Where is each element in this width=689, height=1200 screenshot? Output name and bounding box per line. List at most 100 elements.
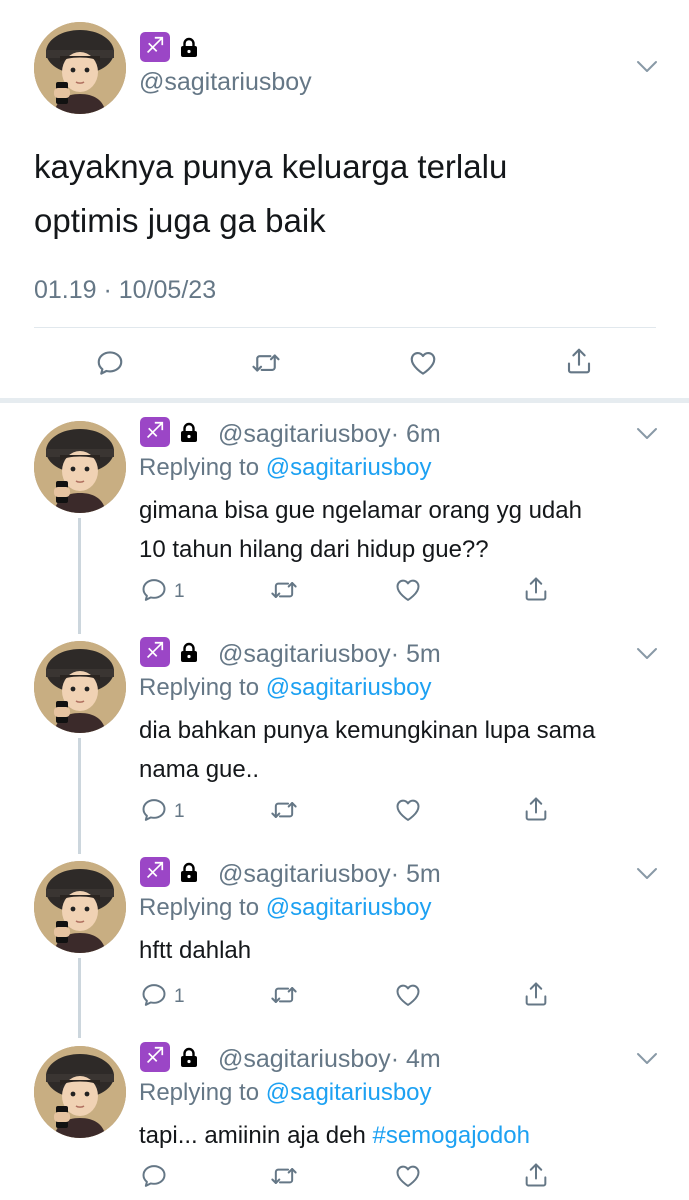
avatar[interactable] — [34, 1046, 126, 1138]
profile-photo — [34, 22, 126, 114]
reply-text: gimana bisa gue ngelamar orang yg udah 1… — [139, 491, 669, 569]
retweet-icon[interactable] — [270, 796, 298, 824]
timestamp[interactable]: 01.19 · 10/05/23 — [34, 276, 216, 305]
handle[interactable]: @sagitariusboy — [139, 68, 312, 97]
reply-text-line-2: nama gue.. — [139, 756, 260, 783]
avatar[interactable] — [34, 861, 126, 953]
replying-to: Replying to @sagitariusboy — [139, 894, 432, 922]
avatar[interactable] — [34, 421, 126, 513]
sagittarius-sign-icon: ♐ — [140, 32, 170, 62]
lock-icon — [180, 642, 198, 662]
replying-prefix: Replying to — [139, 894, 260, 921]
reply-count: 1 — [174, 801, 185, 822]
sagittarius-sign-icon: ♐ — [140, 1042, 170, 1072]
handle[interactable]: @sagitariusboy — [218, 1045, 391, 1073]
reply-count: 1 — [174, 986, 185, 1007]
relative-time: · 4m — [390, 1045, 441, 1073]
reply-icon[interactable] — [140, 981, 168, 1009]
handle-line: @sagitariusboy· 5m — [218, 640, 441, 669]
tweet-text: kayaknya punya keluarga terlalu optimis … — [34, 140, 634, 248]
retweet-icon[interactable] — [270, 1162, 298, 1190]
replying-to-link[interactable]: @sagitariusboy — [266, 454, 432, 481]
reply-text-line-1: gimana bisa gue ngelamar orang yg udah — [139, 497, 582, 524]
retweet-icon[interactable] — [270, 576, 298, 604]
name-badges: ♐ — [140, 417, 198, 447]
reply-text-line-2: 10 tahun hilang dari hidup gue?? — [139, 536, 489, 563]
share-icon[interactable] — [522, 795, 550, 823]
name-badges: ♐ — [140, 1042, 198, 1072]
chevron-down-icon[interactable] — [636, 60, 658, 74]
reply-icon[interactable] — [95, 348, 125, 378]
reply-icon[interactable] — [140, 576, 168, 604]
chevron-down-icon[interactable] — [636, 427, 658, 441]
relative-time: · 6m — [390, 420, 441, 448]
sagittarius-sign-icon: ♐ — [140, 637, 170, 667]
reply-text-line-1: hftt dahlah — [139, 937, 252, 964]
reply-text-line-1: dia bahkan punya kemungkinan lupa sama — [139, 717, 596, 744]
reply-text: hftt dahlah — [139, 931, 669, 970]
chevron-down-icon[interactable] — [636, 1052, 658, 1066]
retweet-icon[interactable] — [270, 981, 298, 1009]
replying-to: Replying to @sagitariusboy — [139, 674, 432, 702]
replying-to-link[interactable]: @sagitariusboy — [266, 674, 432, 701]
replying-to: Replying to @sagitariusboy — [139, 454, 432, 482]
reply-text: dia bahkan punya kemungkinan lupa sama n… — [139, 711, 669, 789]
reply-tweet: ♐ @sagitariusboy· 6m Replying to @sagita… — [0, 403, 689, 623]
like-icon[interactable] — [394, 981, 422, 1009]
reply-icon[interactable] — [140, 1162, 168, 1190]
profile-photo — [34, 641, 126, 733]
like-icon[interactable] — [394, 576, 422, 604]
like-icon[interactable] — [394, 1162, 422, 1190]
like-icon[interactable] — [394, 796, 422, 824]
name-badges: ♐ — [140, 857, 198, 887]
lock-icon — [180, 37, 198, 57]
reply-tweet: ♐ @sagitariusboy· 4m Replying to @sagita… — [0, 1028, 689, 1200]
tweet-text-line-2: optimis juga ga baik — [34, 202, 326, 239]
replying-to: Replying to @sagitariusboy — [139, 1079, 432, 1107]
handle-line: @sagitariusboy· 5m — [218, 860, 441, 889]
sagittarius-sign-icon: ♐ — [140, 417, 170, 447]
like-icon[interactable] — [408, 348, 438, 378]
lock-icon — [180, 1047, 198, 1067]
profile-photo — [34, 421, 126, 513]
relative-time: · 5m — [390, 640, 441, 668]
avatar[interactable] — [34, 22, 126, 114]
reply-tweet: ♐ @sagitariusboy· 5m Replying to @sagita… — [0, 843, 689, 1028]
replying-prefix: Replying to — [139, 1079, 260, 1106]
handle[interactable]: @sagitariusboy — [218, 420, 391, 448]
reply-icon[interactable] — [140, 796, 168, 824]
replying-prefix: Replying to — [139, 674, 260, 701]
lock-icon — [180, 422, 198, 442]
handle[interactable]: @sagitariusboy — [218, 860, 391, 888]
tweet-text-line-1: kayaknya punya keluarga terlalu — [34, 148, 508, 185]
sagittarius-sign-icon: ♐ — [140, 857, 170, 887]
retweet-icon[interactable] — [251, 348, 281, 378]
main-tweet: ♐ @sagitariusboy kayaknya punya keluarga… — [0, 0, 689, 398]
handle[interactable]: @sagitariusboy — [218, 640, 391, 668]
reply-text-line-1: tapi... amiinin aja deh #semogajodoh — [139, 1116, 669, 1155]
handle-line: @sagitariusboy· 6m — [218, 420, 441, 449]
replying-prefix: Replying to — [139, 454, 260, 481]
reply-tweet: ♐ @sagitariusboy· 5m Replying to @sagita… — [0, 623, 689, 843]
handle-line: @sagitariusboy· 4m — [218, 1045, 441, 1074]
share-icon[interactable] — [522, 1161, 550, 1189]
reply-text-plain: tapi... amiinin aja deh — [139, 1122, 373, 1149]
name-badges: ♐ — [140, 637, 198, 667]
profile-photo — [34, 861, 126, 953]
relative-time: · 5m — [390, 860, 441, 888]
hashtag-link[interactable]: #semogajodoh — [372, 1122, 529, 1149]
chevron-down-icon[interactable] — [636, 867, 658, 881]
name-badges: ♐ — [140, 32, 198, 62]
lock-icon — [180, 862, 198, 882]
replying-to-link[interactable]: @sagitariusboy — [266, 1079, 432, 1106]
share-icon[interactable] — [522, 575, 550, 603]
reply-text: tapi... amiinin aja deh #semogajodoh — [139, 1116, 669, 1155]
share-icon[interactable] — [564, 346, 594, 376]
avatar[interactable] — [34, 641, 126, 733]
profile-photo — [34, 1046, 126, 1138]
chevron-down-icon[interactable] — [636, 647, 658, 661]
replying-to-link[interactable]: @sagitariusboy — [266, 894, 432, 921]
divider — [34, 327, 656, 328]
share-icon[interactable] — [522, 980, 550, 1008]
reply-count: 1 — [174, 581, 185, 602]
